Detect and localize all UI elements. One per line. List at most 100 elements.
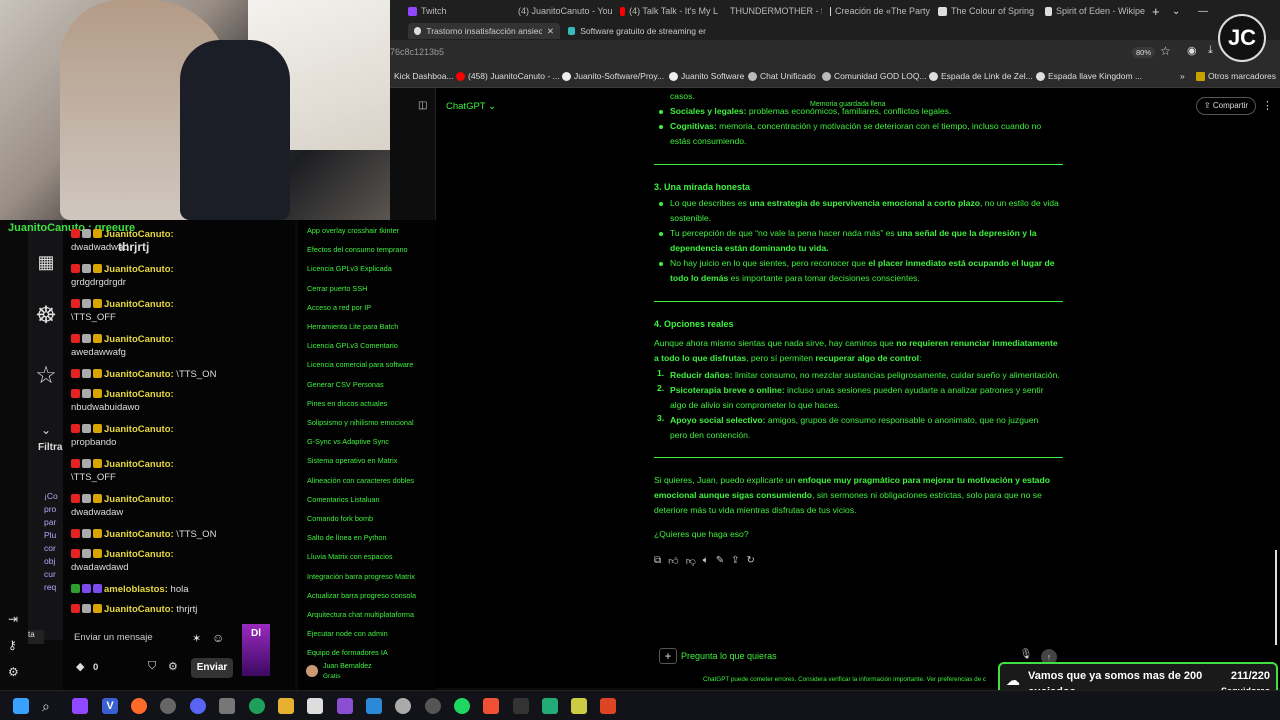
- chat-username[interactable]: JuanitoCanuto:: [104, 389, 174, 400]
- history-item[interactable]: Arquitectura chat multiplataforma: [307, 610, 414, 619]
- history-item[interactable]: Cerrar puerto SSH: [307, 284, 367, 293]
- address-bar[interactable]: 76c8c1213b5 80% ☆ ◉ ⤓ JC: [390, 14, 1280, 66]
- chat-username[interactable]: ameloblastos:: [104, 584, 168, 595]
- history-item[interactable]: Ejecutar node con admin: [307, 629, 388, 638]
- thumbs-up-icon[interactable]: 👍︎: [668, 555, 678, 567]
- spotify-icon[interactable]: [454, 698, 470, 714]
- tab-youtube-2[interactable]: (4) Talk Talk - It's My L: [620, 2, 718, 20]
- tab-chatgpt-active[interactable]: Trastorno insatisfacción ansiedad ✕: [408, 23, 560, 39]
- chat-username[interactable]: JuanitoCanuto:: [104, 459, 174, 470]
- github-desktop-icon[interactable]: [160, 698, 176, 714]
- bookmark-github-2[interactable]: Juanito Software: [669, 71, 744, 81]
- history-item[interactable]: Integración barra progreso Matrix: [307, 572, 415, 581]
- sidebar-toggle-icon[interactable]: ◫: [418, 100, 427, 111]
- file-explorer-icon[interactable]: [278, 698, 294, 714]
- discord-icon[interactable]: [190, 698, 206, 714]
- app-icon[interactable]: [307, 698, 323, 714]
- tab-youtube-1[interactable]: (4) JuanitoCanuto - You: [514, 2, 612, 20]
- history-item[interactable]: Herramienta Lite para Batch: [307, 322, 398, 331]
- chat-username[interactable]: JuanitoCanuto:: [104, 334, 174, 345]
- history-item[interactable]: Lluvia Matrix con espacios: [307, 552, 393, 561]
- history-item[interactable]: G-Sync vs Adaptive Sync: [307, 437, 389, 446]
- copy-icon[interactable]: ⧉: [654, 555, 661, 567]
- git-icon[interactable]: [483, 698, 499, 714]
- search-icon[interactable]: ⌕: [42, 698, 58, 714]
- bookmark-espada-link[interactable]: Espada de Link de Zel...: [929, 71, 1033, 81]
- history-item[interactable]: Generar CSV Personas: [307, 380, 384, 389]
- bookmark-chat-unificado[interactable]: Chat Unificado: [748, 71, 816, 81]
- history-item[interactable]: Licencia GPLv3 Explicada: [307, 264, 392, 273]
- bookmark-github-1[interactable]: Juanito-Software/Proy...: [562, 71, 664, 81]
- tab-wiki-2[interactable]: The Colour of Spring: [938, 2, 1038, 20]
- tab-streaming-software[interactable]: Software gratuito de streaming en tie: [562, 23, 712, 39]
- app-icon[interactable]: [219, 698, 235, 714]
- model-selector[interactable]: ChatGPT ⌄: [446, 101, 496, 112]
- unity-icon[interactable]: [395, 698, 411, 714]
- prompt-input[interactable]: Pregunta lo que quieras: [681, 651, 777, 661]
- share-icon[interactable]: ⇪: [731, 555, 739, 567]
- minimize-icon[interactable]: —: [1198, 2, 1212, 20]
- history-item[interactable]: Licencia comercial para software: [307, 360, 413, 369]
- chat-username[interactable]: JuanitoCanuto:: [104, 494, 174, 505]
- chat-username[interactable]: JuanitoCanuto:: [104, 604, 174, 615]
- gear-icon[interactable]: ⚙: [8, 665, 19, 679]
- new-tab-button[interactable]: +: [1152, 2, 1166, 20]
- chat-input[interactable]: Enviar un mensaje: [74, 632, 153, 643]
- history-item[interactable]: Equipo de formadores IA: [307, 648, 388, 657]
- history-item[interactable]: Sistema operativo en Matrix: [307, 456, 397, 465]
- obs-icon[interactable]: [425, 698, 441, 714]
- share-button[interactable]: ⇪ Compartir: [1196, 97, 1256, 115]
- shield-icon[interactable]: ⛉: [148, 660, 156, 673]
- tab-list-chevron-icon[interactable]: ⌄: [1172, 2, 1186, 20]
- history-item[interactable]: Salto de línea en Python: [307, 533, 387, 542]
- profile-icon[interactable]: ◉: [1187, 44, 1197, 57]
- chat-send-button[interactable]: Enviar: [191, 658, 233, 678]
- chat-username[interactable]: JuanitoCanuto:: [104, 424, 174, 435]
- vscode-icon[interactable]: [366, 698, 382, 714]
- scrollbar[interactable]: [1275, 550, 1277, 645]
- download-icon[interactable]: ⤓: [1208, 44, 1213, 57]
- app-icon[interactable]: [542, 698, 558, 714]
- calendar-icon[interactable]: ▦: [32, 248, 60, 276]
- vegas-icon[interactable]: V: [102, 698, 118, 714]
- history-item[interactable]: Alineación con caracteres dobles: [307, 476, 414, 485]
- history-item[interactable]: Comando fork bomb: [307, 514, 373, 523]
- history-item[interactable]: Comentarios Listaluan: [307, 495, 380, 504]
- edit-icon[interactable]: ✎: [716, 555, 724, 567]
- star-icon[interactable]: ☆: [32, 362, 60, 390]
- history-item[interactable]: Acceso a red por IP: [307, 303, 371, 312]
- add-attachment-button[interactable]: +: [659, 648, 677, 664]
- notepad-icon[interactable]: [571, 698, 587, 714]
- acrobat-icon[interactable]: [600, 698, 616, 714]
- more-options-icon[interactable]: ⋮: [1262, 99, 1273, 112]
- history-item[interactable]: Efectos del consumo temprano: [307, 245, 408, 254]
- steering-wheel-icon[interactable]: ☸: [32, 302, 60, 330]
- bookmark-youtube[interactable]: (458) JuanitoCanuto - ...: [456, 71, 560, 81]
- chat-username[interactable]: JuanitoCanuto:: [104, 299, 174, 310]
- tab-wiki-3[interactable]: Spirit of Eden - Wikipe: [1045, 2, 1145, 20]
- chevron-down-icon[interactable]: ⌄: [32, 416, 60, 444]
- chat-username[interactable]: JuanitoCanuto:: [104, 264, 174, 275]
- app-icon[interactable]: [131, 698, 147, 714]
- regenerate-icon[interactable]: ↻: [747, 555, 755, 567]
- history-item[interactable]: Actualizar barra progreso consola: [307, 591, 416, 600]
- thumbs-down-icon[interactable]: 👎︎: [686, 555, 696, 567]
- tab-youtube-3[interactable]: THUNDERMOTHER - fl: [726, 2, 822, 20]
- star-icon[interactable]: ☆: [1160, 44, 1171, 58]
- tab-wiki-1[interactable]: Creación de «The Party: [830, 2, 930, 20]
- visual-studio-icon[interactable]: [337, 698, 353, 714]
- bookmark-comunidad[interactable]: Comunidad GOD LOQ...: [822, 71, 927, 81]
- speaker-icon[interactable]: 🔈︎: [703, 555, 709, 567]
- chatgpt-app-icon[interactable]: [249, 698, 265, 714]
- gear-icon[interactable]: ⚙: [168, 660, 178, 673]
- history-item[interactable]: Pines en discos actuales: [307, 399, 387, 408]
- exit-icon[interactable]: ⇥: [8, 612, 18, 626]
- chat-username[interactable]: JuanitoCanuto:: [104, 369, 174, 380]
- key-icon[interactable]: ⚷: [8, 638, 17, 652]
- twitch-app-icon[interactable]: [72, 698, 88, 714]
- chat-username[interactable]: JuanitoCanuto:: [104, 229, 174, 240]
- avatar[interactable]: [306, 665, 318, 677]
- emote-picker-icon[interactable]: ✶: [192, 632, 201, 645]
- bookmark-kick[interactable]: Kick Dashboa...: [394, 71, 454, 81]
- history-item[interactable]: Licencia GPLv3 Comentario: [307, 341, 398, 350]
